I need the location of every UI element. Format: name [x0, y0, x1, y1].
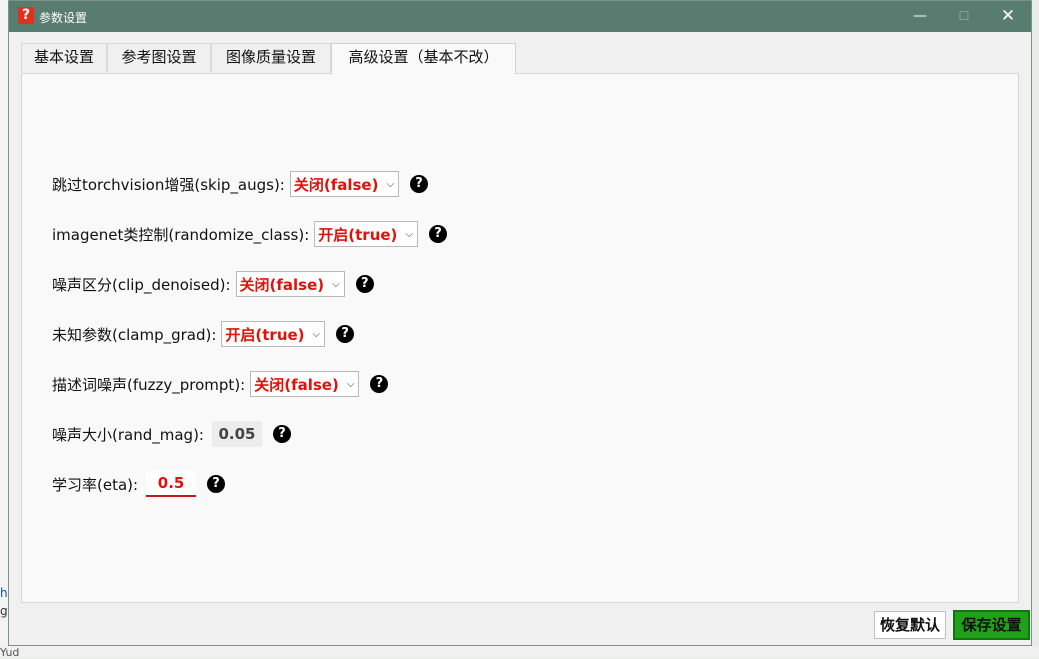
select-value: 开启(true)	[318, 225, 398, 244]
eta-input[interactable]: 0.5	[146, 471, 197, 497]
setting-row-clamp-grad: 未知参数(clamp_grad): 开启(true) ⌵ ?	[52, 320, 355, 348]
setting-label: 描述词噪声(fuzzy_prompt):	[52, 375, 246, 394]
tab-basic[interactable]: 基本设置	[21, 43, 107, 72]
setting-row-eta: 学习率(eta): 0.5 ?	[52, 470, 226, 498]
help-icon[interactable]: ?	[355, 275, 374, 293]
skip-augs-select[interactable]: 关闭(false) ⌵	[289, 171, 400, 197]
setting-label: 未知参数(clamp_grad):	[52, 325, 217, 344]
clamp-grad-select[interactable]: 开启(true) ⌵	[221, 321, 326, 347]
advanced-settings-panel: 跳过torchvision增强(skip_augs): 关闭(false) ⌵ …	[21, 73, 1019, 603]
help-icon[interactable]: ?	[370, 375, 389, 393]
tab-advanced[interactable]: 高级设置（基本不改）	[331, 43, 516, 74]
minimize-button[interactable]: —	[905, 5, 935, 27]
select-value: 关闭(false)	[239, 275, 325, 294]
question-app-icon: ?	[18, 7, 34, 24]
help-icon[interactable]: ?	[272, 425, 291, 443]
select-value: 关闭(false)	[254, 375, 339, 394]
fuzzy-prompt-select[interactable]: 关闭(false) ⌵	[250, 371, 360, 397]
help-icon[interactable]: ?	[410, 175, 429, 193]
setting-row-rand-mag: 噪声大小(rand_mag): 0.05 ?	[52, 420, 291, 448]
title-bar[interactable]: ? 参数设置 — ☐ ✕	[9, 1, 1031, 32]
chevron-down-icon: ⌵	[312, 328, 321, 340]
background-app-bottom: Yud	[0, 646, 1039, 659]
setting-row-clip-denoised: 噪声区分(clip_denoised): 关闭(false) ⌵ ?	[52, 270, 374, 298]
setting-row-skip-augs: 跳过torchvision增强(skip_augs): 关闭(false) ⌵ …	[52, 170, 429, 198]
tab-reference-image[interactable]: 参考图设置	[107, 43, 211, 72]
setting-row-randomize-class: imagenet类控制(randomize_class): 开启(true) ⌵…	[52, 220, 448, 248]
select-value: 开启(true)	[225, 325, 305, 344]
tab-image-quality[interactable]: 图像质量设置	[211, 43, 331, 72]
setting-label: 噪声区分(clip_denoised):	[52, 275, 231, 294]
chevron-down-icon: ⌵	[332, 278, 340, 290]
randomize-class-select[interactable]: 开启(true) ⌵	[314, 221, 419, 247]
setting-label: 跳过torchvision增强(skip_augs):	[52, 175, 285, 194]
background-text-fragment: h	[0, 586, 8, 600]
select-value: 关闭(false)	[293, 175, 379, 194]
chevron-down-icon: ⌵	[405, 228, 414, 240]
maximize-button[interactable]: ☐	[949, 5, 979, 27]
rand-mag-value: 0.05	[211, 421, 262, 447]
close-button[interactable]: ✕	[993, 5, 1023, 27]
setting-label: 学习率(eta):	[52, 475, 139, 494]
setting-row-fuzzy-prompt: 描述词噪声(fuzzy_prompt): 关闭(false) ⌵ ?	[52, 370, 389, 398]
setting-label: 噪声大小(rand_mag):	[52, 425, 204, 444]
save-settings-button[interactable]: 保存设置	[953, 610, 1030, 640]
chevron-down-icon: ⌵	[386, 178, 395, 190]
window-title: 参数设置	[39, 11, 88, 25]
chevron-down-icon: ⌵	[346, 378, 355, 390]
setting-label: imagenet类控制(randomize_class):	[52, 225, 310, 244]
restore-defaults-button[interactable]: 恢复默认	[874, 611, 946, 639]
clip-denoised-select[interactable]: 关闭(false) ⌵	[235, 271, 345, 297]
help-icon[interactable]: ?	[429, 225, 448, 243]
help-icon[interactable]: ?	[336, 325, 355, 343]
settings-dialog: ? 参数设置 — ☐ ✕ 基本设置 参考图设置 图像质量设置 高级设置（基本不改…	[8, 0, 1032, 646]
background-text-fragment: Yud	[0, 646, 20, 659]
help-icon[interactable]: ?	[207, 475, 226, 493]
background-text-fragment: g	[0, 604, 8, 618]
